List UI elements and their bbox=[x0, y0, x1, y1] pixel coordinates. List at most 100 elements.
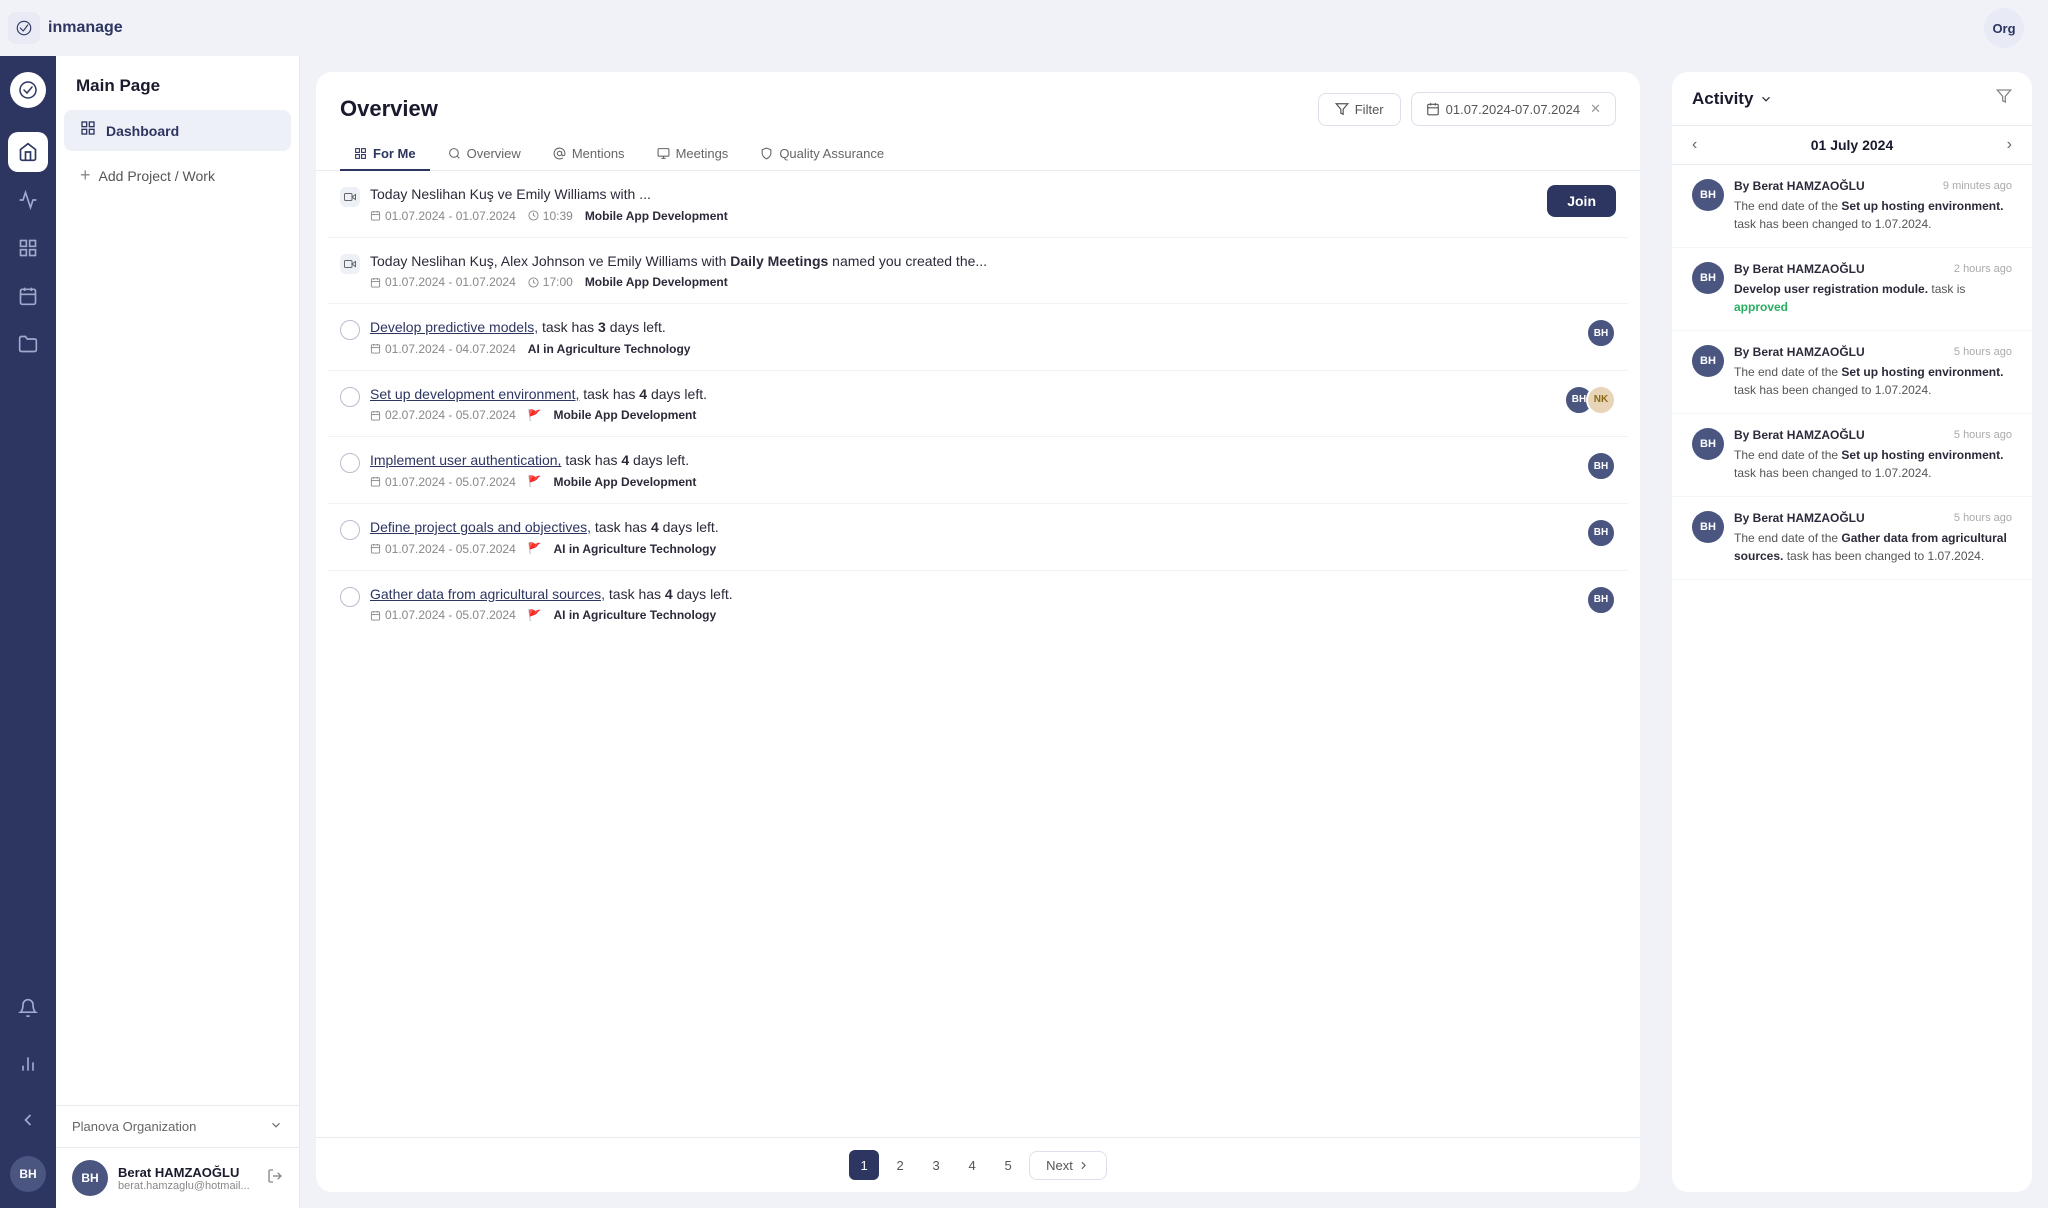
add-project-work-button[interactable]: + Add Project / Work bbox=[64, 155, 291, 196]
chart-bar-icon[interactable] bbox=[8, 180, 48, 220]
page-4-button[interactable]: 4 bbox=[957, 1150, 987, 1180]
next-label: Next bbox=[1046, 1158, 1073, 1173]
task-avatars: BH NK bbox=[1564, 385, 1616, 415]
avatar: BH bbox=[1586, 518, 1616, 548]
overview-tabs: For Me Overview Mentions Meetings bbox=[316, 126, 1640, 171]
task-text: task has 4 days left. bbox=[605, 586, 733, 602]
page-2-button[interactable]: 2 bbox=[885, 1150, 915, 1180]
activity-title: Activity bbox=[1692, 89, 1773, 109]
task-item: Set up development environment, task has… bbox=[328, 371, 1628, 438]
activity-time: 5 hours ago bbox=[1954, 429, 2012, 441]
task-checkbox[interactable] bbox=[340, 387, 360, 407]
activity-list: BH By Berat HAMZAOĞLU 9 minutes ago The … bbox=[1672, 165, 2032, 1192]
tab-mentions[interactable]: Mentions bbox=[539, 138, 639, 171]
calendar-icon[interactable] bbox=[8, 276, 48, 316]
chevron-down-icon bbox=[269, 1118, 283, 1135]
date-range-button[interactable]: 01.07.2024-07.07.2024 ✕ bbox=[1411, 92, 1616, 126]
activity-meta: By Berat HAMZAOĞLU 5 hours ago bbox=[1734, 345, 2012, 359]
highlight-text: Develop user registration module. bbox=[1734, 282, 1928, 296]
flag-icon: 🚩 bbox=[528, 609, 542, 622]
join-button[interactable]: Join bbox=[1547, 185, 1616, 217]
bell-icon[interactable] bbox=[8, 988, 48, 1028]
task-text: Today Neslihan Kuş ve Emily Williams wit… bbox=[370, 186, 651, 202]
tab-mentions-label: Mentions bbox=[572, 146, 625, 161]
task-link[interactable]: Develop predictive models, bbox=[370, 319, 538, 335]
date-text: 01.07.2024 - 01.07.2024 bbox=[385, 209, 516, 223]
task-checkbox[interactable] bbox=[340, 453, 360, 473]
video-meeting-icon bbox=[340, 254, 360, 274]
task-item: Implement user authentication, task has … bbox=[328, 437, 1628, 504]
highlight-text: Set up hosting environment. bbox=[1841, 448, 2003, 462]
page-1-button[interactable]: 1 bbox=[849, 1150, 879, 1180]
folder-icon[interactable] bbox=[8, 324, 48, 364]
task-list: Today Neslihan Kuş ve Emily Williams wit… bbox=[316, 171, 1640, 1137]
task-checkbox[interactable] bbox=[340, 520, 360, 540]
task-text: task has 3 days left. bbox=[538, 319, 666, 335]
tab-quality-assurance[interactable]: Quality Assurance bbox=[746, 138, 898, 171]
task-link[interactable]: Implement user authentication, bbox=[370, 452, 561, 468]
task-avatars: BH bbox=[1586, 451, 1616, 481]
task-meta: 02.07.2024 - 05.07.2024 🚩 Mobile App Dev… bbox=[370, 408, 1554, 422]
home-icon[interactable] bbox=[8, 132, 48, 172]
task-title: Set up development environment, task has… bbox=[370, 385, 1554, 405]
left-panel: Main Page Dashboard + Add Project / Work… bbox=[56, 56, 300, 1208]
activity-item: BH By Berat HAMZAOĞLU 5 hours ago The en… bbox=[1672, 497, 2032, 580]
task-checkbox[interactable] bbox=[340, 320, 360, 340]
task-link[interactable]: Gather data from agricultural sources, bbox=[370, 586, 605, 602]
task-content: Today Neslihan Kuş, Alex Johnson ve Emil… bbox=[370, 252, 1616, 290]
activity-meta: By Berat HAMZAOĞLU 5 hours ago bbox=[1734, 511, 2012, 525]
clear-date-icon[interactable]: ✕ bbox=[1590, 101, 1601, 117]
task-item: Define project goals and objectives, tas… bbox=[328, 504, 1628, 571]
header-actions: Filter 01.07.2024-07.07.2024 ✕ bbox=[1318, 92, 1616, 126]
tab-overview-label: Overview bbox=[467, 146, 521, 161]
next-page-button[interactable]: Next bbox=[1029, 1151, 1107, 1180]
task-link[interactable]: Set up development environment, bbox=[370, 386, 579, 402]
tab-meetings[interactable]: Meetings bbox=[643, 138, 743, 171]
task-text: task has 4 days left. bbox=[561, 452, 689, 468]
task-text: task has 4 days left. bbox=[591, 519, 719, 535]
status-approved: approved bbox=[1734, 300, 1788, 314]
activity-time: 9 minutes ago bbox=[1943, 180, 2012, 192]
next-date-button[interactable]: › bbox=[2007, 136, 2012, 154]
task-content: Set up development environment, task has… bbox=[370, 385, 1554, 423]
task-link[interactable]: Define project goals and objectives, bbox=[370, 519, 591, 535]
activity-time: 5 hours ago bbox=[1954, 512, 2012, 524]
filter-button[interactable]: Filter bbox=[1318, 93, 1401, 126]
task-avatars: BH bbox=[1586, 585, 1616, 615]
prev-date-button[interactable]: ‹ bbox=[1692, 136, 1697, 154]
app-logo[interactable] bbox=[10, 72, 46, 108]
activity-meta: By Berat HAMZAOĞLU 9 minutes ago bbox=[1734, 179, 2012, 193]
flag-icon: 🚩 bbox=[528, 542, 542, 555]
activity-body: By Berat HAMZAOĞLU 5 hours ago The end d… bbox=[1734, 428, 2012, 482]
activity-item: BH By Berat HAMZAOĞLU 5 hours ago The en… bbox=[1672, 414, 2032, 497]
grid-icon[interactable] bbox=[8, 228, 48, 268]
user-avatar[interactable]: BH bbox=[72, 1160, 108, 1196]
activity-body: By Berat HAMZAOĞLU 5 hours ago The end d… bbox=[1734, 511, 2012, 565]
task-title: Define project goals and objectives, tas… bbox=[370, 518, 1576, 538]
activity-avatar: BH bbox=[1692, 262, 1724, 294]
analytics-icon[interactable] bbox=[8, 1044, 48, 1084]
page-5-button[interactable]: 5 bbox=[993, 1150, 1023, 1180]
tab-meetings-label: Meetings bbox=[676, 146, 729, 161]
task-item: Today Neslihan Kuş ve Emily Williams wit… bbox=[328, 171, 1628, 238]
activity-author: By Berat HAMZAOĞLU bbox=[1734, 428, 1865, 442]
date-text: 01.07.2024 - 04.07.2024 bbox=[385, 342, 516, 356]
page-3-button[interactable]: 3 bbox=[921, 1150, 951, 1180]
user-avatar-sidebar[interactable]: BH bbox=[10, 1156, 46, 1192]
logout-icon[interactable] bbox=[267, 1168, 283, 1189]
sidebar-item-dashboard[interactable]: Dashboard bbox=[64, 110, 291, 151]
tab-overview[interactable]: Overview bbox=[434, 138, 535, 171]
collapse-sidebar-icon[interactable] bbox=[8, 1100, 48, 1140]
org-button[interactable]: Org bbox=[1984, 8, 2024, 48]
task-checkbox[interactable] bbox=[340, 587, 360, 607]
time-text: 10:39 bbox=[543, 209, 573, 223]
task-title: Today Neslihan Kuş, Alex Johnson ve Emil… bbox=[370, 252, 1616, 272]
tab-for-me[interactable]: For Me bbox=[340, 138, 430, 171]
task-avatars: BH bbox=[1586, 518, 1616, 548]
main-page-title: Main Page bbox=[56, 56, 299, 108]
user-profile-section: BH Berat HAMZAOĞLU berat.hamzaglu@hotmai… bbox=[56, 1147, 299, 1208]
flag-icon: 🚩 bbox=[528, 409, 542, 422]
activity-filter-icon[interactable] bbox=[1996, 88, 2012, 109]
project-name: AI in Agriculture Technology bbox=[528, 342, 691, 356]
org-section[interactable]: Planova Organization bbox=[56, 1106, 299, 1147]
